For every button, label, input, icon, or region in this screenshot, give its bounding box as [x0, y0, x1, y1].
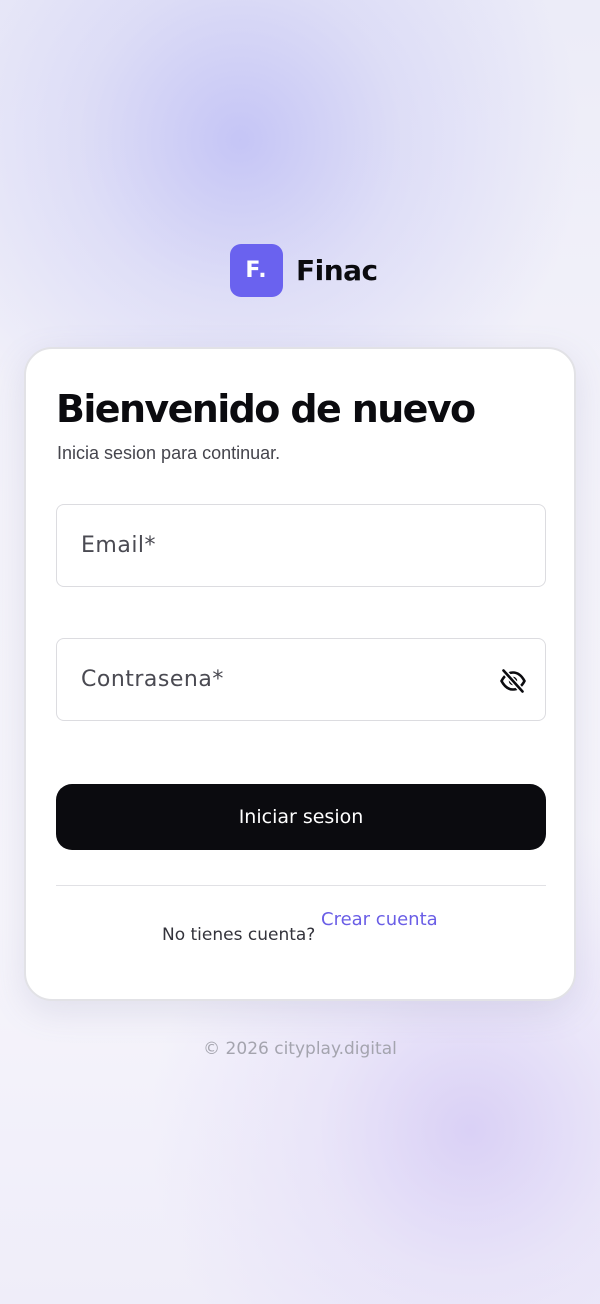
login-button[interactable]: Iniciar sesion [56, 784, 546, 850]
create-account-link[interactable]: Crear cuenta [321, 909, 438, 930]
page-title: Bienvenido de nuevo [56, 387, 476, 431]
password-field-wrapper [56, 638, 546, 721]
footer-copyright: © 2026 cityplay.digital [203, 1039, 397, 1059]
login-card: Bienvenido de nuevo Inicia sesion para c… [24, 347, 576, 1001]
brand-header: F. Finac [230, 243, 378, 297]
logo-mark: F. [230, 243, 283, 297]
page-subtitle: Inicia sesion para continuar. [57, 443, 281, 463]
password-field[interactable] [57, 639, 545, 720]
eye-off-icon[interactable] [499, 668, 527, 694]
no-account-text: No tienes cuenta? [162, 925, 316, 945]
divider [56, 885, 546, 886]
email-field[interactable] [57, 505, 545, 586]
email-field-wrapper [56, 504, 546, 587]
brand-name: Finac [296, 253, 378, 287]
